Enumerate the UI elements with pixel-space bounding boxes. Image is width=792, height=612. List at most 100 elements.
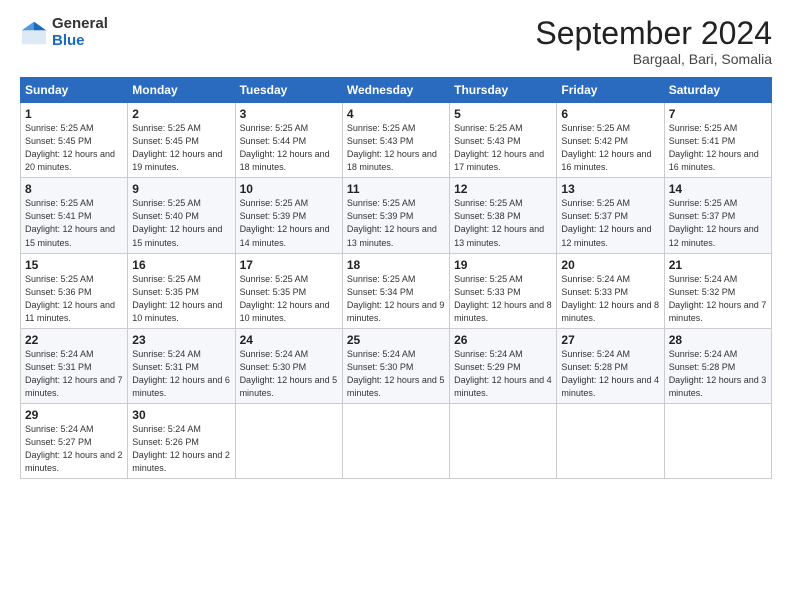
day-info: Sunrise: 5:24 AM Sunset: 5:31 PM Dayligh…	[25, 348, 123, 400]
day-info: Sunrise: 5:24 AM Sunset: 5:28 PM Dayligh…	[669, 348, 767, 400]
day-number: 5	[454, 107, 552, 121]
logo-blue: Blue	[52, 33, 108, 50]
day-info: Sunrise: 5:25 AM Sunset: 5:40 PM Dayligh…	[132, 197, 230, 249]
day-info: Sunrise: 5:25 AM Sunset: 5:38 PM Dayligh…	[454, 197, 552, 249]
day-info: Sunrise: 5:24 AM Sunset: 5:33 PM Dayligh…	[561, 273, 659, 325]
calendar-table: Sunday Monday Tuesday Wednesday Thursday…	[20, 77, 772, 479]
day-info: Sunrise: 5:24 AM Sunset: 5:30 PM Dayligh…	[347, 348, 445, 400]
table-row: 5 Sunrise: 5:25 AM Sunset: 5:43 PM Dayli…	[450, 103, 557, 178]
day-info: Sunrise: 5:25 AM Sunset: 5:44 PM Dayligh…	[240, 122, 338, 174]
day-info: Sunrise: 5:24 AM Sunset: 5:32 PM Dayligh…	[669, 273, 767, 325]
day-number: 4	[347, 107, 445, 121]
table-row: 19 Sunrise: 5:25 AM Sunset: 5:33 PM Dayl…	[450, 253, 557, 328]
header: General Blue September 2024 Bargaal, Bar…	[20, 16, 772, 67]
day-number: 20	[561, 258, 659, 272]
day-info: Sunrise: 5:24 AM Sunset: 5:28 PM Dayligh…	[561, 348, 659, 400]
logo-icon	[20, 19, 48, 47]
day-number: 1	[25, 107, 123, 121]
logo: General Blue	[20, 16, 108, 49]
day-number: 25	[347, 333, 445, 347]
day-info: Sunrise: 5:24 AM Sunset: 5:27 PM Dayligh…	[25, 423, 123, 475]
table-row: 10 Sunrise: 5:25 AM Sunset: 5:39 PM Dayl…	[235, 178, 342, 253]
col-sunday: Sunday	[21, 78, 128, 103]
table-row: 28 Sunrise: 5:24 AM Sunset: 5:28 PM Dayl…	[664, 328, 771, 403]
col-wednesday: Wednesday	[342, 78, 449, 103]
table-row: 25 Sunrise: 5:24 AM Sunset: 5:30 PM Dayl…	[342, 328, 449, 403]
table-row: 20 Sunrise: 5:24 AM Sunset: 5:33 PM Dayl…	[557, 253, 664, 328]
table-row: 12 Sunrise: 5:25 AM Sunset: 5:38 PM Dayl…	[450, 178, 557, 253]
day-number: 24	[240, 333, 338, 347]
day-info: Sunrise: 5:25 AM Sunset: 5:39 PM Dayligh…	[347, 197, 445, 249]
table-row	[450, 403, 557, 478]
day-info: Sunrise: 5:25 AM Sunset: 5:45 PM Dayligh…	[25, 122, 123, 174]
day-number: 16	[132, 258, 230, 272]
table-row: 13 Sunrise: 5:25 AM Sunset: 5:37 PM Dayl…	[557, 178, 664, 253]
table-row: 16 Sunrise: 5:25 AM Sunset: 5:35 PM Dayl…	[128, 253, 235, 328]
day-info: Sunrise: 5:25 AM Sunset: 5:41 PM Dayligh…	[25, 197, 123, 249]
table-row: 8 Sunrise: 5:25 AM Sunset: 5:41 PM Dayli…	[21, 178, 128, 253]
day-info: Sunrise: 5:25 AM Sunset: 5:33 PM Dayligh…	[454, 273, 552, 325]
table-row: 1 Sunrise: 5:25 AM Sunset: 5:45 PM Dayli…	[21, 103, 128, 178]
table-row: 3 Sunrise: 5:25 AM Sunset: 5:44 PM Dayli…	[235, 103, 342, 178]
day-number: 6	[561, 107, 659, 121]
col-tuesday: Tuesday	[235, 78, 342, 103]
day-info: Sunrise: 5:25 AM Sunset: 5:35 PM Dayligh…	[132, 273, 230, 325]
day-number: 11	[347, 182, 445, 196]
table-row: 9 Sunrise: 5:25 AM Sunset: 5:40 PM Dayli…	[128, 178, 235, 253]
day-number: 14	[669, 182, 767, 196]
day-number: 10	[240, 182, 338, 196]
day-number: 26	[454, 333, 552, 347]
col-friday: Friday	[557, 78, 664, 103]
day-number: 12	[454, 182, 552, 196]
day-number: 22	[25, 333, 123, 347]
table-row: 26 Sunrise: 5:24 AM Sunset: 5:29 PM Dayl…	[450, 328, 557, 403]
day-info: Sunrise: 5:25 AM Sunset: 5:43 PM Dayligh…	[347, 122, 445, 174]
month-title: September 2024	[535, 16, 772, 51]
table-row: 6 Sunrise: 5:25 AM Sunset: 5:42 PM Dayli…	[557, 103, 664, 178]
table-row	[664, 403, 771, 478]
col-thursday: Thursday	[450, 78, 557, 103]
table-row: 21 Sunrise: 5:24 AM Sunset: 5:32 PM Dayl…	[664, 253, 771, 328]
day-number: 7	[669, 107, 767, 121]
day-info: Sunrise: 5:25 AM Sunset: 5:41 PM Dayligh…	[669, 122, 767, 174]
day-info: Sunrise: 5:25 AM Sunset: 5:45 PM Dayligh…	[132, 122, 230, 174]
day-info: Sunrise: 5:25 AM Sunset: 5:39 PM Dayligh…	[240, 197, 338, 249]
day-number: 13	[561, 182, 659, 196]
page: General Blue September 2024 Bargaal, Bar…	[0, 0, 792, 612]
day-info: Sunrise: 5:25 AM Sunset: 5:34 PM Dayligh…	[347, 273, 445, 325]
col-saturday: Saturday	[664, 78, 771, 103]
day-number: 28	[669, 333, 767, 347]
table-row: 7 Sunrise: 5:25 AM Sunset: 5:41 PM Dayli…	[664, 103, 771, 178]
day-number: 15	[25, 258, 123, 272]
day-info: Sunrise: 5:24 AM Sunset: 5:29 PM Dayligh…	[454, 348, 552, 400]
table-row: 14 Sunrise: 5:25 AM Sunset: 5:37 PM Dayl…	[664, 178, 771, 253]
table-row	[557, 403, 664, 478]
table-row: 22 Sunrise: 5:24 AM Sunset: 5:31 PM Dayl…	[21, 328, 128, 403]
day-info: Sunrise: 5:25 AM Sunset: 5:37 PM Dayligh…	[669, 197, 767, 249]
day-number: 18	[347, 258, 445, 272]
table-row: 4 Sunrise: 5:25 AM Sunset: 5:43 PM Dayli…	[342, 103, 449, 178]
day-number: 9	[132, 182, 230, 196]
day-number: 2	[132, 107, 230, 121]
day-number: 21	[669, 258, 767, 272]
day-number: 8	[25, 182, 123, 196]
day-info: Sunrise: 5:24 AM Sunset: 5:30 PM Dayligh…	[240, 348, 338, 400]
day-info: Sunrise: 5:24 AM Sunset: 5:26 PM Dayligh…	[132, 423, 230, 475]
day-info: Sunrise: 5:25 AM Sunset: 5:43 PM Dayligh…	[454, 122, 552, 174]
day-info: Sunrise: 5:25 AM Sunset: 5:36 PM Dayligh…	[25, 273, 123, 325]
table-row: 18 Sunrise: 5:25 AM Sunset: 5:34 PM Dayl…	[342, 253, 449, 328]
table-row: 2 Sunrise: 5:25 AM Sunset: 5:45 PM Dayli…	[128, 103, 235, 178]
day-info: Sunrise: 5:24 AM Sunset: 5:31 PM Dayligh…	[132, 348, 230, 400]
day-info: Sunrise: 5:25 AM Sunset: 5:42 PM Dayligh…	[561, 122, 659, 174]
table-row: 30 Sunrise: 5:24 AM Sunset: 5:26 PM Dayl…	[128, 403, 235, 478]
table-row	[342, 403, 449, 478]
table-row: 15 Sunrise: 5:25 AM Sunset: 5:36 PM Dayl…	[21, 253, 128, 328]
logo-general: General	[52, 16, 108, 33]
table-row: 27 Sunrise: 5:24 AM Sunset: 5:28 PM Dayl…	[557, 328, 664, 403]
table-row: 17 Sunrise: 5:25 AM Sunset: 5:35 PM Dayl…	[235, 253, 342, 328]
table-row: 11 Sunrise: 5:25 AM Sunset: 5:39 PM Dayl…	[342, 178, 449, 253]
table-row: 24 Sunrise: 5:24 AM Sunset: 5:30 PM Dayl…	[235, 328, 342, 403]
location: Bargaal, Bari, Somalia	[535, 51, 772, 67]
day-number: 23	[132, 333, 230, 347]
day-number: 29	[25, 408, 123, 422]
